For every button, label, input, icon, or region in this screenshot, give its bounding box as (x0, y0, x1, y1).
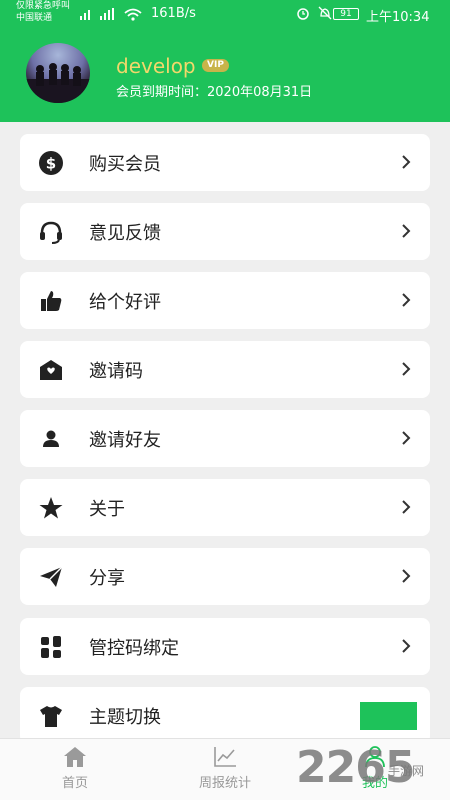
menu-item-buy-membership[interactable]: $ 购买会员 (20, 134, 430, 191)
menu-item-invite-code[interactable]: 邀请码 (20, 341, 430, 398)
envelope-heart-icon (40, 360, 62, 380)
tab-home[interactable]: 首页 (15, 739, 135, 800)
menu-item-label: 给个好评 (89, 292, 161, 313)
carrier-name: 中国联通 (16, 13, 53, 23)
status-bar: 仅限紧急呼叫 中国联通 161B/s 91 上午10:34 (0, 0, 450, 28)
tab-label: 首页 (61, 776, 88, 791)
alarm-icon (297, 8, 309, 20)
chevron-right-icon (402, 293, 411, 307)
menu-item-control-code[interactable]: 管控码绑定 (20, 618, 430, 675)
chevron-right-icon (402, 569, 411, 583)
chevron-right-icon (402, 500, 411, 514)
grid-icon (41, 636, 61, 658)
menu-item-about[interactable]: 关于 (20, 479, 430, 536)
menu-item-label: 主题切换 (89, 707, 161, 728)
menu-item-feedback[interactable]: 意见反馈 (20, 203, 430, 260)
headset-icon (40, 221, 62, 244)
menu-item-label: 管控码绑定 (89, 638, 179, 659)
svg-text:$: $ (46, 155, 56, 173)
carrier-emergency: 仅限紧急呼叫 (16, 1, 71, 11)
profile-header: 仅限紧急呼叫 中国联通 161B/s 91 上午10:34 develop VI… (0, 0, 450, 122)
chevron-right-icon (402, 155, 411, 169)
thumbs-up-icon (41, 291, 62, 311)
menu-item-label: 邀请好友 (89, 430, 161, 451)
menu-item-label: 分享 (89, 568, 125, 589)
chevron-right-icon (402, 431, 411, 445)
chevron-right-icon (402, 224, 411, 238)
menu-item-label: 意见反馈 (89, 223, 161, 244)
battery-level: 91 (333, 8, 359, 20)
menu-item-share[interactable]: 分享 (20, 548, 430, 605)
chart-icon (214, 747, 236, 767)
tab-label: 周报统计 (198, 776, 251, 791)
membership-expiry: 会员到期时间：2020年08月31日 (116, 85, 313, 100)
menu-item-label: 关于 (89, 499, 125, 520)
avatar[interactable] (26, 43, 90, 103)
menu-item-label: 邀请码 (89, 361, 143, 382)
network-speed: 161B/s (151, 6, 196, 21)
theme-color-swatch[interactable] (360, 702, 417, 730)
signal-icon (80, 8, 114, 20)
paper-plane-icon (40, 566, 63, 587)
username: develop (116, 54, 196, 78)
watermark-text: 手游网 (388, 764, 425, 778)
person-icon (43, 430, 59, 447)
wifi-icon (124, 8, 142, 21)
mute-icon (318, 6, 332, 20)
menu-item-rate[interactable]: 给个好评 (20, 272, 430, 329)
chevron-right-icon (402, 362, 411, 376)
home-icon (64, 747, 86, 767)
clock: 上午10:34 (366, 10, 430, 25)
vip-badge: VIP (202, 59, 229, 72)
menu-item-theme[interactable]: 主题切换 (20, 687, 430, 744)
star-icon (39, 497, 63, 519)
menu-item-label: 购买会员 (89, 154, 161, 175)
dollar-icon: $ (39, 151, 63, 175)
tshirt-icon (40, 706, 62, 727)
tab-weekly-stats[interactable]: 周报统计 (165, 739, 285, 800)
menu-item-invite-friends[interactable]: 邀请好友 (20, 410, 430, 467)
chevron-right-icon (402, 639, 411, 653)
